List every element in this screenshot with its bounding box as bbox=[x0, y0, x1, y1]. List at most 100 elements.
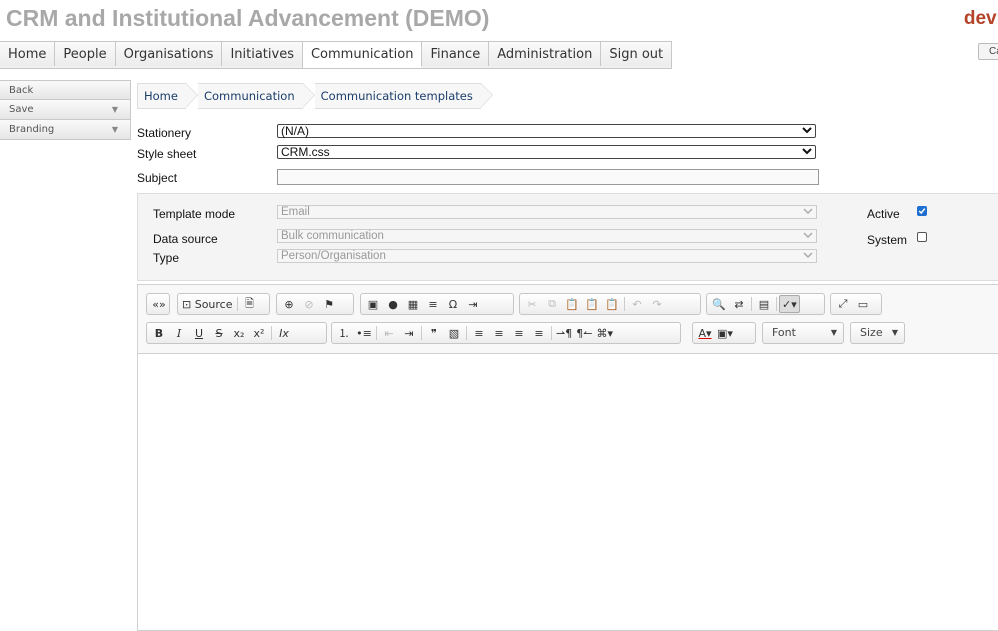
redo-icon[interactable]: ↷ bbox=[647, 295, 667, 313]
remove-format-icon[interactable]: Ix bbox=[274, 324, 294, 342]
italic-icon[interactable]: I bbox=[169, 324, 189, 342]
tab-finance[interactable]: Finance bbox=[421, 42, 489, 66]
bulleted-list-icon[interactable]: •≡ bbox=[354, 324, 374, 342]
chevron-down-icon: ▼ bbox=[830, 328, 837, 337]
strikethrough-icon[interactable]: S bbox=[209, 324, 229, 342]
sidebar-item-back[interactable]: Back bbox=[0, 80, 131, 100]
chevron-down-icon: ▼ bbox=[111, 125, 118, 134]
language-icon[interactable]: ⌘▾ bbox=[594, 324, 615, 342]
toolbar-separator bbox=[551, 326, 552, 340]
stationery-select[interactable]: (N/A) bbox=[277, 124, 816, 138]
spellcheck-icon[interactable]: ✓▾ bbox=[779, 295, 800, 313]
check-icon bbox=[918, 208, 926, 215]
templates-icon[interactable]: «» bbox=[149, 295, 169, 313]
toolbar-group-paragraph: ⒈ •≡ ⇤ ⇥ ❞ ▧ ≡ ≡ ≡ ≡ ⇀¶ ¶↼ ⌘▾ bbox=[331, 322, 681, 344]
template-mode-label: Template mode bbox=[153, 207, 236, 221]
data-source-select[interactable]: Bulk communication bbox=[277, 229, 817, 243]
align-center-icon[interactable]: ≡ bbox=[489, 324, 509, 342]
paste-word-icon[interactable]: 📋 bbox=[602, 295, 622, 313]
unlink-icon[interactable]: ⊘ bbox=[299, 295, 319, 313]
tab-home[interactable]: Home bbox=[0, 42, 55, 66]
underline-icon[interactable]: U bbox=[189, 324, 209, 342]
cut-icon[interactable]: ✂ bbox=[522, 295, 542, 313]
toolbar-separator bbox=[236, 297, 238, 311]
toolbar-separator bbox=[624, 297, 625, 311]
editor-content-area[interactable] bbox=[138, 354, 998, 630]
breadcrumb-communication[interactable]: Communication bbox=[197, 83, 315, 109]
source-button[interactable]: ⊡ Source bbox=[180, 295, 235, 313]
special-char-icon[interactable]: Ω bbox=[443, 295, 463, 313]
data-source-value: Bulk communication bbox=[281, 230, 384, 242]
toolbar-separator bbox=[421, 326, 422, 340]
toolbar-group-document: ⊡ Source 🗎 bbox=[177, 293, 270, 315]
image-icon[interactable]: ▣ bbox=[363, 295, 383, 313]
subject-label: Subject bbox=[137, 171, 178, 185]
editor-toolbar: «» ⊡ Source 🗎 ⊕ ⊘ ⚑ ▣ ● ▦ ≡ Ω ⇥ ✂ ⧉ 📋 📋 … bbox=[138, 285, 998, 354]
type-value: Person/Organisation bbox=[281, 250, 386, 262]
tab-administration[interactable]: Administration bbox=[488, 42, 601, 66]
type-select[interactable]: Person/Organisation bbox=[277, 249, 817, 263]
horizontal-rule-icon[interactable]: ≡ bbox=[423, 295, 443, 313]
style-sheet-label: Style sheet bbox=[137, 147, 197, 161]
rich-text-editor: «» ⊡ Source 🗎 ⊕ ⊘ ⚑ ▣ ● ▦ ≡ Ω ⇥ ✂ ⧉ 📋 📋 … bbox=[137, 284, 998, 631]
active-checkbox[interactable] bbox=[917, 206, 927, 216]
paste-text-icon[interactable]: 📋 bbox=[582, 295, 602, 313]
source-icon: ⊡ bbox=[182, 297, 195, 311]
toolbar-group-insert: ▣ ● ▦ ≡ Ω ⇥ bbox=[360, 293, 514, 315]
link-icon[interactable]: ⊕ bbox=[279, 295, 299, 313]
background-color-icon[interactable]: ▣▾ bbox=[715, 324, 735, 342]
numbered-list-icon[interactable]: ⒈ bbox=[334, 324, 354, 342]
style-sheet-value: CRM.css bbox=[281, 145, 330, 159]
chevron-down-icon bbox=[803, 252, 813, 259]
bold-icon[interactable]: B bbox=[149, 324, 169, 342]
maximize-icon[interactable]: ⤢ bbox=[833, 295, 853, 313]
text-color-icon[interactable]: A▾ bbox=[695, 324, 715, 342]
data-source-label: Data source bbox=[153, 232, 218, 246]
align-right-icon[interactable]: ≡ bbox=[509, 324, 529, 342]
outdent-icon[interactable]: ⇤ bbox=[379, 324, 399, 342]
type-label: Type bbox=[153, 251, 180, 265]
select-all-icon[interactable]: ▤ bbox=[754, 295, 774, 313]
preview-icon[interactable]: 🗎 bbox=[240, 295, 260, 313]
align-justify-icon[interactable]: ≡ bbox=[529, 324, 549, 342]
toolbar-group-clipboard: ✂ ⧉ 📋 📋 📋 ↶ ↷ bbox=[519, 293, 701, 315]
blockquote-icon[interactable]: ❞ bbox=[424, 324, 444, 342]
breadcrumb-home[interactable]: Home bbox=[137, 83, 198, 109]
tab-initiatives[interactable]: Initiatives bbox=[221, 42, 302, 66]
subscript-icon[interactable]: x₂ bbox=[229, 324, 249, 342]
show-blocks-icon[interactable]: ▭ bbox=[853, 295, 873, 313]
indent-icon[interactable]: ⇥ bbox=[399, 324, 419, 342]
size-select[interactable]: Size ▼ bbox=[850, 322, 905, 344]
superscript-icon[interactable]: x² bbox=[249, 324, 269, 342]
style-sheet-select[interactable]: CRM.css bbox=[277, 145, 816, 159]
align-left-icon[interactable]: ≡ bbox=[469, 324, 489, 342]
tab-people[interactable]: People bbox=[54, 42, 115, 66]
copy-icon[interactable]: ⧉ bbox=[542, 295, 562, 313]
find-icon[interactable]: 🔍 bbox=[709, 295, 729, 313]
ltr-icon[interactable]: ⇀¶ bbox=[554, 324, 574, 342]
template-mode-value: Email bbox=[281, 206, 310, 218]
sidebar-item-save[interactable]: Save ▼ bbox=[0, 100, 131, 120]
chevron-down-icon bbox=[802, 127, 812, 134]
stationery-value: (N/A) bbox=[281, 124, 309, 138]
template-mode-select[interactable]: Email bbox=[277, 205, 817, 219]
page-break-icon[interactable]: ⇥ bbox=[463, 295, 483, 313]
tab-sign-out[interactable]: Sign out bbox=[600, 42, 672, 66]
sidebar-item-branding[interactable]: Branding ▼ bbox=[0, 120, 131, 140]
tab-communication[interactable]: Communication bbox=[301, 42, 422, 68]
anchor-flag-icon[interactable]: ⚑ bbox=[319, 295, 339, 313]
top-right-button[interactable]: Ca bbox=[978, 43, 998, 60]
chevron-down-icon: ▼ bbox=[891, 328, 898, 337]
create-div-icon[interactable]: ▧ bbox=[444, 324, 464, 342]
paste-icon[interactable]: 📋 bbox=[562, 295, 582, 313]
tab-organisations[interactable]: Organisations bbox=[114, 42, 222, 66]
subject-input[interactable] bbox=[277, 169, 819, 185]
breadcrumb-current[interactable]: Communication templates bbox=[314, 83, 494, 109]
rtl-icon[interactable]: ¶↼ bbox=[574, 324, 594, 342]
flash-icon[interactable]: ● bbox=[383, 295, 403, 313]
table-icon[interactable]: ▦ bbox=[403, 295, 423, 313]
system-checkbox[interactable] bbox=[917, 232, 927, 242]
undo-icon[interactable]: ↶ bbox=[627, 295, 647, 313]
font-select[interactable]: Font ▼ bbox=[762, 322, 844, 344]
replace-icon[interactable]: ⇄ bbox=[729, 295, 749, 313]
